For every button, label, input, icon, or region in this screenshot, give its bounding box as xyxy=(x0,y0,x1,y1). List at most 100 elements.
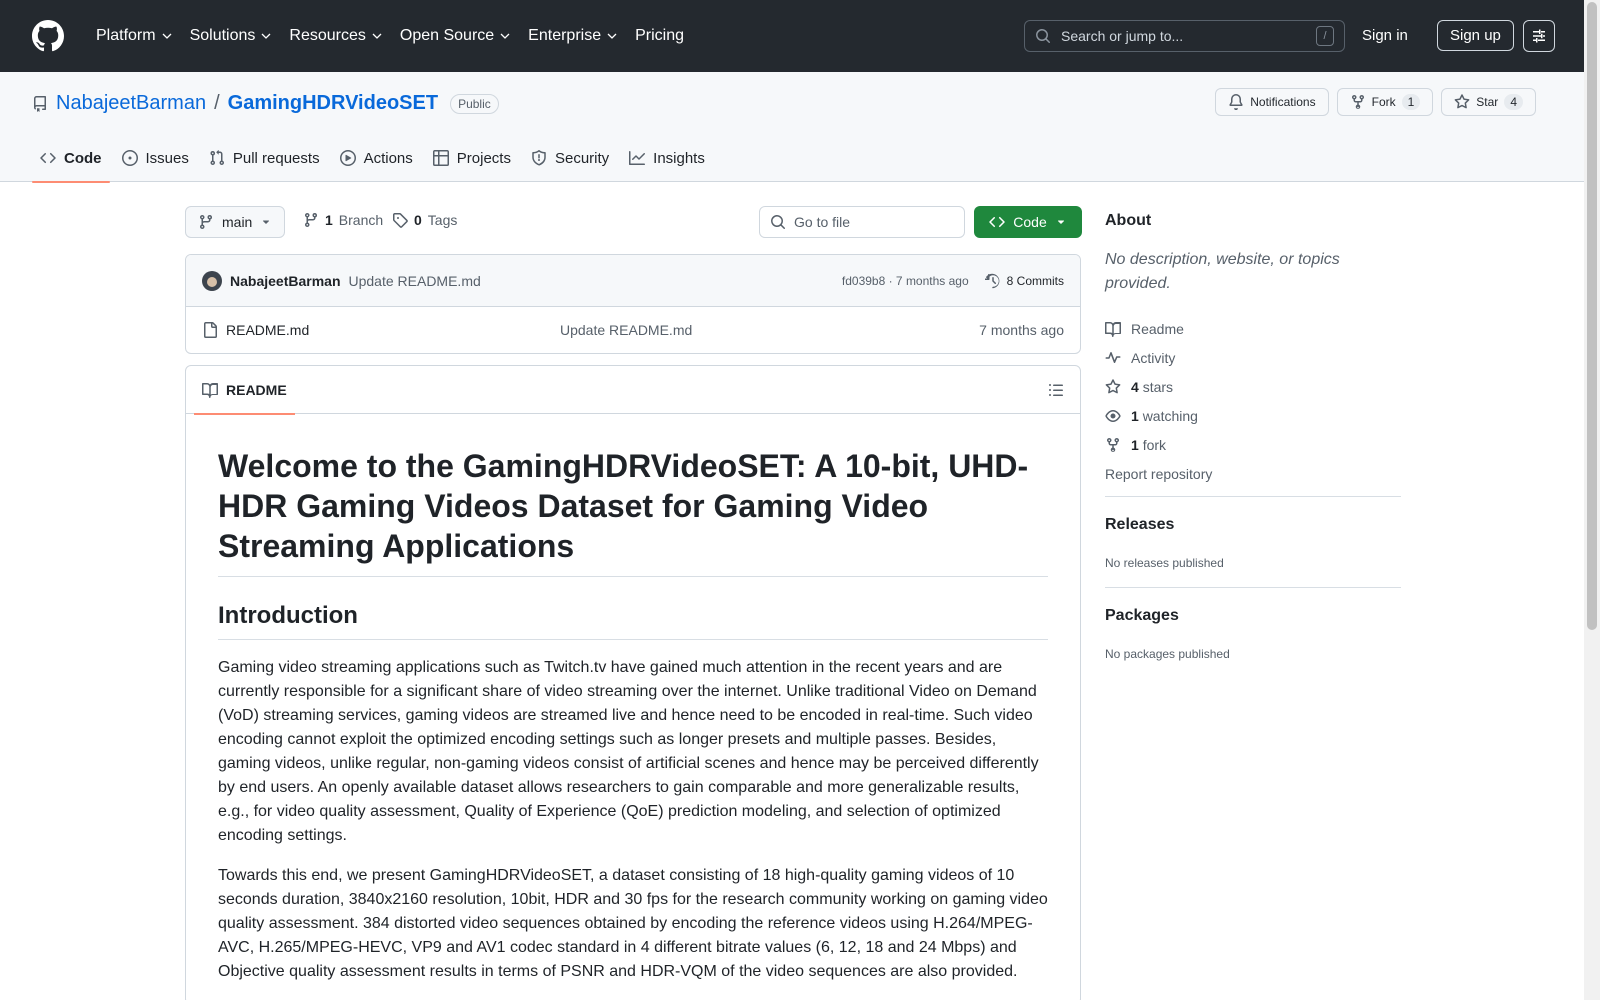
branch-icon xyxy=(200,214,212,230)
nav-platform[interactable]: Platform xyxy=(88,21,180,51)
file-name-link[interactable]: README.md xyxy=(226,322,309,338)
chevron-down-icon xyxy=(372,33,382,39)
nav-solutions[interactable]: Solutions xyxy=(182,21,280,51)
code-icon xyxy=(40,152,56,164)
fork-button[interactable]: Fork 1 xyxy=(1336,88,1434,116)
book-icon xyxy=(202,383,218,398)
tab-label: Projects xyxy=(456,149,511,167)
branch-icon xyxy=(305,212,317,228)
tag-label: Tags xyxy=(427,212,458,228)
stars-count: 4 xyxy=(1131,378,1139,395)
readme-panel: README Welcome to the GamingHDRVideoSET:… xyxy=(185,365,1081,1000)
divider xyxy=(1105,496,1401,497)
tab-security[interactable]: Security xyxy=(523,134,617,182)
readme-body: Welcome to the GamingHDRVideoSET: A 10-b… xyxy=(186,414,1080,984)
repo-owner-link[interactable]: NabajeetBarman xyxy=(56,92,206,115)
watching-link[interactable]: 1 watching xyxy=(1105,401,1212,430)
repo-icon xyxy=(33,95,46,112)
pulse-icon xyxy=(1105,351,1121,363)
about-description: No description, website, or topics provi… xyxy=(1105,251,1340,292)
visibility-badge: Public xyxy=(450,93,499,114)
nav-enterprise[interactable]: Enterprise xyxy=(520,21,625,51)
global-search-input[interactable]: Search or jump to... / xyxy=(1024,20,1345,52)
fork-label: Fork xyxy=(1371,95,1396,109)
stars-link[interactable]: 4 stars xyxy=(1105,372,1212,401)
tab-issues[interactable]: Issues xyxy=(114,134,197,182)
table-icon xyxy=(432,150,449,166)
fork-count: 1 xyxy=(1401,94,1421,110)
commit-hash-time[interactable]: fd039b8 · 7 months ago xyxy=(842,274,969,288)
tab-insights[interactable]: Insights xyxy=(621,134,713,182)
readme-paragraph: Towards this end, we present GamingHDRVi… xyxy=(218,867,1048,980)
branches-link[interactable]: 1 Branch xyxy=(303,212,383,228)
about-links: Readme Activity 4 stars 1 watching 1 for… xyxy=(1105,314,1212,488)
caret-down-icon xyxy=(263,220,270,224)
book-icon xyxy=(1105,321,1121,337)
issue-icon xyxy=(121,150,138,166)
chevron-down-icon xyxy=(261,33,271,39)
nav-label: Open Source xyxy=(399,27,495,44)
nav-label: Solutions xyxy=(189,27,256,44)
go-to-file-input[interactable]: Go to file xyxy=(759,206,965,238)
tab-projects[interactable]: Projects xyxy=(425,134,519,182)
search-placeholder: Search or jump to... xyxy=(1061,28,1184,44)
readme-link-label: Readme xyxy=(1131,320,1184,337)
repo-tabs: Code Issues Pull requests Actions Projec… xyxy=(32,134,713,183)
forks-link[interactable]: 1 fork xyxy=(1105,430,1212,459)
divider xyxy=(1105,587,1401,588)
nav-open-source[interactable]: Open Source xyxy=(392,21,518,51)
file-toolbar: main 1 Branch 0 Tags Go to file Code xyxy=(185,206,1082,238)
packages-empty-text: No packages published xyxy=(1105,647,1230,661)
sign-up-button[interactable]: Sign up xyxy=(1437,20,1514,51)
tab-pull-requests[interactable]: Pull requests xyxy=(201,134,328,182)
about-heading: About xyxy=(1105,212,1152,229)
commit-message-link[interactable]: Update README.md xyxy=(349,273,481,289)
notifications-button[interactable]: Notifications xyxy=(1215,88,1329,116)
packages-heading[interactable]: Packages xyxy=(1105,607,1179,625)
scrollbar-thumb[interactable] xyxy=(1587,2,1597,630)
readme-link[interactable]: Readme xyxy=(1105,314,1212,343)
notifications-label: Notifications xyxy=(1250,95,1316,109)
nav-pricing[interactable]: Pricing xyxy=(627,21,692,51)
readme-section-heading: Introduction xyxy=(218,601,1048,640)
search-icon xyxy=(771,215,785,229)
code-download-button[interactable]: Code xyxy=(974,206,1082,238)
tab-actions[interactable]: Actions xyxy=(332,134,421,182)
file-row[interactable]: README.md Update README.md 7 months ago xyxy=(186,307,1080,353)
star-count: 4 xyxy=(1504,94,1523,110)
file-commit-time: 7 months ago xyxy=(979,322,1064,338)
shield-icon xyxy=(532,150,546,166)
repo-name-link[interactable]: GamingHDRVideoSET xyxy=(228,92,438,115)
nav-label: Pricing xyxy=(635,27,684,44)
fork-icon xyxy=(1351,94,1364,110)
commits-history-link[interactable]: 8 Commits xyxy=(984,273,1064,289)
github-logo-icon[interactable] xyxy=(32,20,64,52)
tags-link[interactable]: 0 Tags xyxy=(392,212,457,228)
chevron-down-icon xyxy=(607,33,617,39)
star-button[interactable]: Star 4 xyxy=(1441,88,1536,116)
file-commit-message[interactable]: Update README.md xyxy=(560,322,692,338)
sign-in-link[interactable]: Sign in xyxy=(1352,22,1418,49)
code-button-label: Code xyxy=(1013,214,1047,230)
readme-tab[interactable]: README xyxy=(194,366,295,415)
star-icon xyxy=(1105,378,1121,393)
activity-link[interactable]: Activity xyxy=(1105,343,1212,372)
branch-select-button[interactable]: main xyxy=(185,206,286,238)
play-icon xyxy=(339,150,356,166)
tag-icon xyxy=(393,213,408,228)
file-listing: NabajeetBarman Update README.md fd039b8 … xyxy=(185,254,1081,354)
star-icon xyxy=(1454,94,1470,109)
tab-code[interactable]: Code xyxy=(32,134,110,183)
settings-menu-button[interactable] xyxy=(1523,20,1555,52)
repo-header: NabajeetBarman / GamingHDRVideoSET Publi… xyxy=(0,72,1584,183)
commit-author-link[interactable]: NabajeetBarman xyxy=(230,273,341,289)
report-repository-link[interactable]: Report repository xyxy=(1105,459,1212,488)
nav-resources[interactable]: Resources xyxy=(281,21,389,51)
activity-link-label: Activity xyxy=(1131,349,1176,366)
branch-count: 1 xyxy=(325,212,333,228)
releases-heading[interactable]: Releases xyxy=(1105,516,1174,534)
nav-label: Enterprise xyxy=(528,27,602,44)
avatar[interactable] xyxy=(202,270,222,291)
commit-meta: fd039b8 · 7 months ago 8 Commits xyxy=(842,255,1064,307)
list-icon[interactable] xyxy=(1048,382,1064,398)
